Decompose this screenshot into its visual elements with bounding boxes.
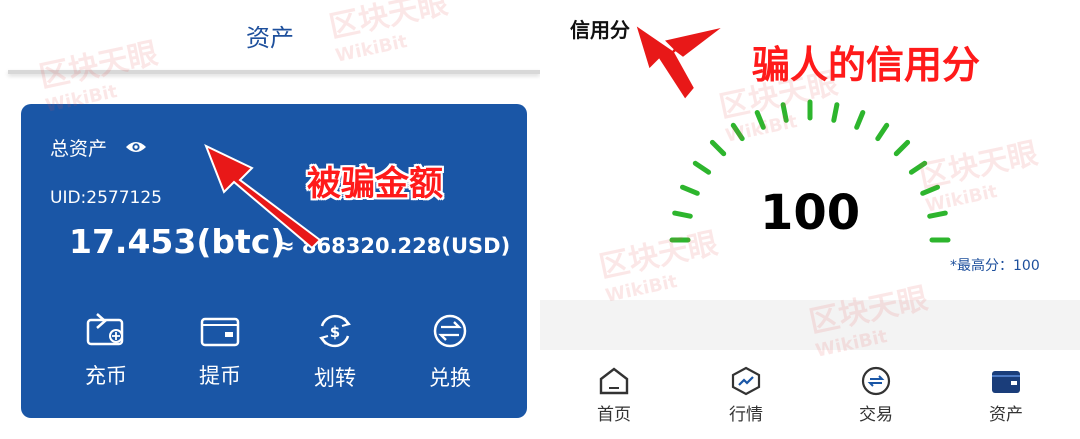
gauge-tick [709,139,727,157]
credit-score-label: 信用分 [570,18,630,42]
scam-amount-annotation: 被骗金额 [307,164,443,204]
gauge-tick [730,122,745,142]
header-divider [8,70,540,74]
market-icon [731,366,761,396]
nav-trade[interactable]: 交易 [836,366,916,425]
deposit-label: 充币 [85,364,127,388]
deposit-icon [86,313,124,346]
nav-home-label: 首页 [597,405,631,425]
nav-assets-label: 资产 [989,405,1023,425]
total-assets-label: 总资产 [50,138,108,160]
nav-market[interactable]: 行情 [706,366,786,425]
credit-score-value: 100 [760,185,861,241]
gauge-tick [908,160,928,175]
exchange-button[interactable]: 兑换 [405,312,495,392]
withdraw-button[interactable]: 提币 [175,312,265,390]
nav-home[interactable]: 首页 [574,366,654,425]
gauge-tick [692,160,712,175]
uid-text: UID:2577125 [50,188,162,208]
nav-trade-label: 交易 [859,405,893,425]
gauge-tick [920,184,940,196]
nav-assets[interactable]: 资产 [966,366,1046,425]
gauge-tick [754,110,766,130]
withdraw-label: 提币 [199,364,241,388]
home-icon [599,367,629,395]
gauge-tick [927,210,948,219]
exchange-icon [433,314,467,348]
gauge-tick [672,210,693,219]
gauge-tick [680,184,700,196]
transfer-icon: $ [319,314,351,348]
exchange-label: 兑换 [429,366,471,390]
fake-credit-annotation: 骗人的信用分 [752,43,981,87]
gauge-tick [854,110,866,130]
trade-icon [861,366,891,396]
eye-icon[interactable] [125,140,147,154]
nav-market-label: 行情 [729,405,763,425]
max-score-text: *最高分：100 [950,258,1040,274]
gauge-tick [780,102,789,123]
gauge-tick [831,102,840,123]
transfer-label: 划转 [314,366,356,390]
withdraw-icon [200,317,240,347]
svg-text:$: $ [330,323,340,341]
page-title: 资产 [246,24,294,52]
deposit-button[interactable]: 充币 [61,312,151,390]
credit-screen: 信用分 骗人的信用分 100 *最高分：100 首页 行情 交易 资产 [540,0,1080,439]
transfer-button[interactable]: $ 划转 [290,312,380,392]
gauge-tick [875,122,890,142]
assets-screen: 资产 总资产 UID:2577125 17.453(btc) ≈ 868320.… [0,0,540,439]
gauge-tick [893,139,911,157]
wallet-icon [992,371,1020,393]
section-divider [540,300,1080,350]
